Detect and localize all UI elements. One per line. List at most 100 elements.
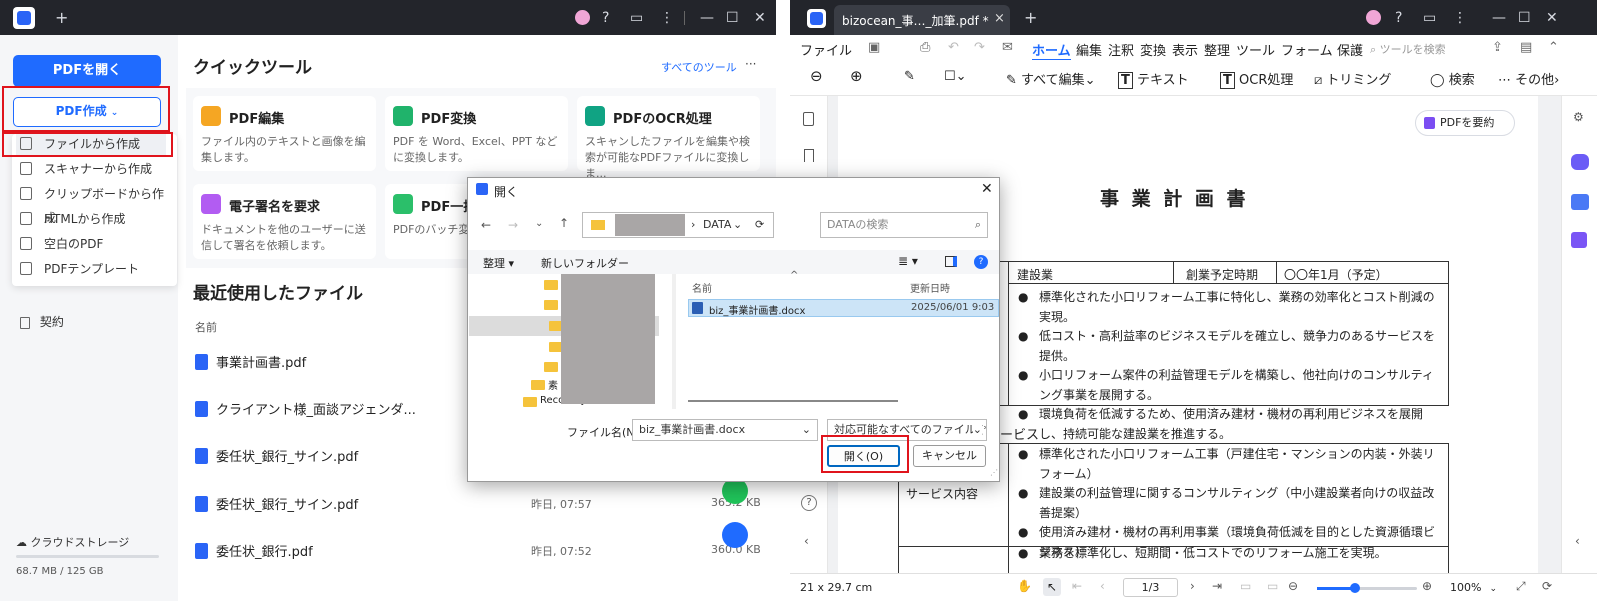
text-button[interactable]: T テキスト [1118,69,1189,89]
bookmark-icon[interactable] [804,149,814,162]
open-pdf-button[interactable]: PDFを開く [13,55,161,87]
close-window-icon[interactable]: ✕ [754,8,766,28]
panel-icon[interactable]: ▤ [1520,40,1532,55]
chevron-down-icon[interactable]: ⌄ [733,213,742,237]
menu-from-file[interactable]: ファイルから作成 [16,132,166,156]
maximize-icon[interactable]: ☐ [1518,8,1531,28]
more-button[interactable]: ··· [745,57,756,71]
first-page-icon[interactable]: ⇤ [1072,579,1082,593]
zoom-slider-handle[interactable] [1350,583,1360,593]
tool-pdf-ocr[interactable]: PDFのOCR処理 スキャンしたファイルを編集や検索が可能なPDFファイルに変換… [577,96,760,180]
cancel-button[interactable]: キャンセル [913,445,986,467]
page-number-input[interactable]: 1/3 [1123,578,1178,597]
up-folder-icon[interactable]: ↑ [559,216,569,230]
collapse-left-icon[interactable]: ‹ [804,534,809,548]
prev-page-icon[interactable]: ‹ [1100,579,1105,593]
user-avatar-icon[interactable] [1366,10,1381,25]
menu-from-clipboard[interactable]: クリップボードから作成 [16,182,166,225]
cloud-storage-label[interactable]: ☁ クラウドストレージ [16,534,129,550]
more-tools-button[interactable]: ⋯ その他› [1498,69,1559,88]
menu-organize[interactable]: 整理 [1204,40,1230,59]
save-icon[interactable]: ▣ [868,40,880,55]
tool-pdf-convert[interactable]: PDF変換 PDF を Word、Excel、PPT などに変換します。 [385,96,568,171]
menu-form[interactable]: フォーム [1281,40,1333,59]
fit-width-icon[interactable]: ▭ [1267,579,1278,593]
refresh-icon[interactable]: ⟳ [755,213,764,237]
menu-tools[interactable]: ツール [1236,40,1275,59]
horizontal-scrollbar[interactable] [688,400,898,402]
zoom-select[interactable]: 100% ⌄ [1444,578,1502,597]
crop-button[interactable]: ⧄ トリミング [1314,69,1391,88]
zoom-in-small-icon[interactable]: ⊕ [1422,579,1432,593]
new-folder-button[interactable]: 新しいフォルダー [541,255,629,271]
check-icon[interactable] [1571,232,1587,248]
message-icon[interactable]: ▭ [630,8,643,28]
edit-all-button[interactable]: ✎ すべて編集⌄ [1006,69,1096,88]
minimize-icon[interactable]: — [1492,8,1506,28]
chevron-down-icon[interactable]: ⌄ [802,420,811,440]
search-button[interactable]: ◯ 検索 [1430,69,1475,88]
rotate-icon[interactable]: ⟳ [1542,579,1552,593]
menu-pdf-template[interactable]: PDFテンプレート [16,257,166,281]
tree-item-label[interactable]: 素 [548,377,558,392]
tool-pdf-edit[interactable]: PDF編集 ファイル内のテキストと画像を編集します。 [193,96,376,171]
maximize-icon[interactable]: ☐ [726,8,739,28]
zoom-slider[interactable] [1317,583,1417,593]
upload-icon[interactable]: ⇪ [1492,40,1503,55]
summarize-button[interactable]: PDFを要約 [1415,110,1515,136]
last-page-icon[interactable]: ⇥ [1212,579,1222,593]
mail-icon[interactable]: ✉ [1002,40,1013,55]
view-options-icon[interactable]: ≣ ▾ [898,254,918,268]
menu-blank-pdf[interactable]: 空白のPDF [16,232,166,256]
ai-assistant-icon[interactable] [1571,154,1589,170]
translate-icon[interactable] [1571,194,1589,210]
menu-home[interactable]: ホーム [1032,40,1071,61]
kebab-menu-icon[interactable]: ⋮ [660,8,674,28]
fit-page-icon[interactable]: ▭ [1240,579,1251,593]
message-icon[interactable]: ▭ [1423,8,1436,28]
column-header-name[interactable]: 名前 [692,280,712,295]
filename-input[interactable]: biz_事業計画書.docx ⌄ [632,419,818,441]
menu-annotate[interactable]: 注釈 [1108,40,1134,59]
file-type-select[interactable]: 対応可能なすべてのファイル (*.* ⌄ [827,419,987,441]
pane-divider[interactable] [672,274,676,409]
menu-view[interactable]: 表示 [1172,40,1198,59]
close-dialog-icon[interactable]: ✕ [981,181,993,197]
preview-pane-icon[interactable] [945,256,957,267]
file-row[interactable]: biz_事業計画書.docx 2025/06/01 9:03 [688,299,999,317]
help-icon[interactable]: ? [1395,8,1402,28]
menu-file[interactable]: ファイル [800,40,852,59]
expand-right-icon[interactable]: ‹ [1575,534,1580,548]
select-tool-icon[interactable]: ↖ [1043,578,1061,596]
zoom-out-icon[interactable]: ⊖ [810,67,823,85]
minimize-icon[interactable]: — [700,8,714,28]
menu-from-scanner[interactable]: スキャナーから作成 [16,157,166,181]
recent-locations-icon[interactable]: ⌄ [535,218,543,229]
fullscreen-icon[interactable]: ⤢ [1516,579,1526,594]
highlighter-icon[interactable]: ✎ [904,69,915,84]
menu-protect[interactable]: 保護 [1337,40,1363,59]
help-icon[interactable]: ? [974,255,988,269]
forward-icon[interactable]: → [508,218,518,232]
back-icon[interactable]: ← [481,218,491,232]
open-button[interactable]: 開く(O) [827,445,900,467]
sidebar-item-contract[interactable]: 契約 [20,313,64,330]
resize-grip-icon[interactable]: ⋰ [990,468,998,477]
settings-sliders-icon[interactable]: ⚙ [1573,110,1584,124]
pages-icon[interactable] [803,112,814,126]
create-pdf-button[interactable]: PDF作成 ⌄ [13,97,161,127]
menu-convert[interactable]: 変換 [1140,40,1166,59]
hand-tool-icon[interactable]: ✋ [1017,579,1032,593]
next-page-icon[interactable]: › [1190,579,1195,593]
tool-esign[interactable]: 電子署名を要求 ドキュメントを他のユーザーに送信して署名を依頼します。 [193,184,376,259]
all-tools-link[interactable]: すべてのツール [661,59,737,75]
redo-icon[interactable]: ↷ [974,40,985,55]
zoom-in-icon[interactable]: ⊕ [850,67,863,85]
print-icon[interactable]: ⎙ [920,40,930,55]
close-window-icon[interactable]: ✕ [1546,8,1558,28]
search-tools-field[interactable]: ⌕ ツールを検索 [1370,41,1446,57]
zoom-out-small-icon[interactable]: ⊖ [1288,579,1298,593]
collapse-icon[interactable]: ⌃ [1548,40,1559,55]
document-tab[interactable]: bizocean_事…_加筆.pdf * × [834,5,1010,35]
menu-from-html[interactable]: HTMLから作成 [16,207,166,231]
